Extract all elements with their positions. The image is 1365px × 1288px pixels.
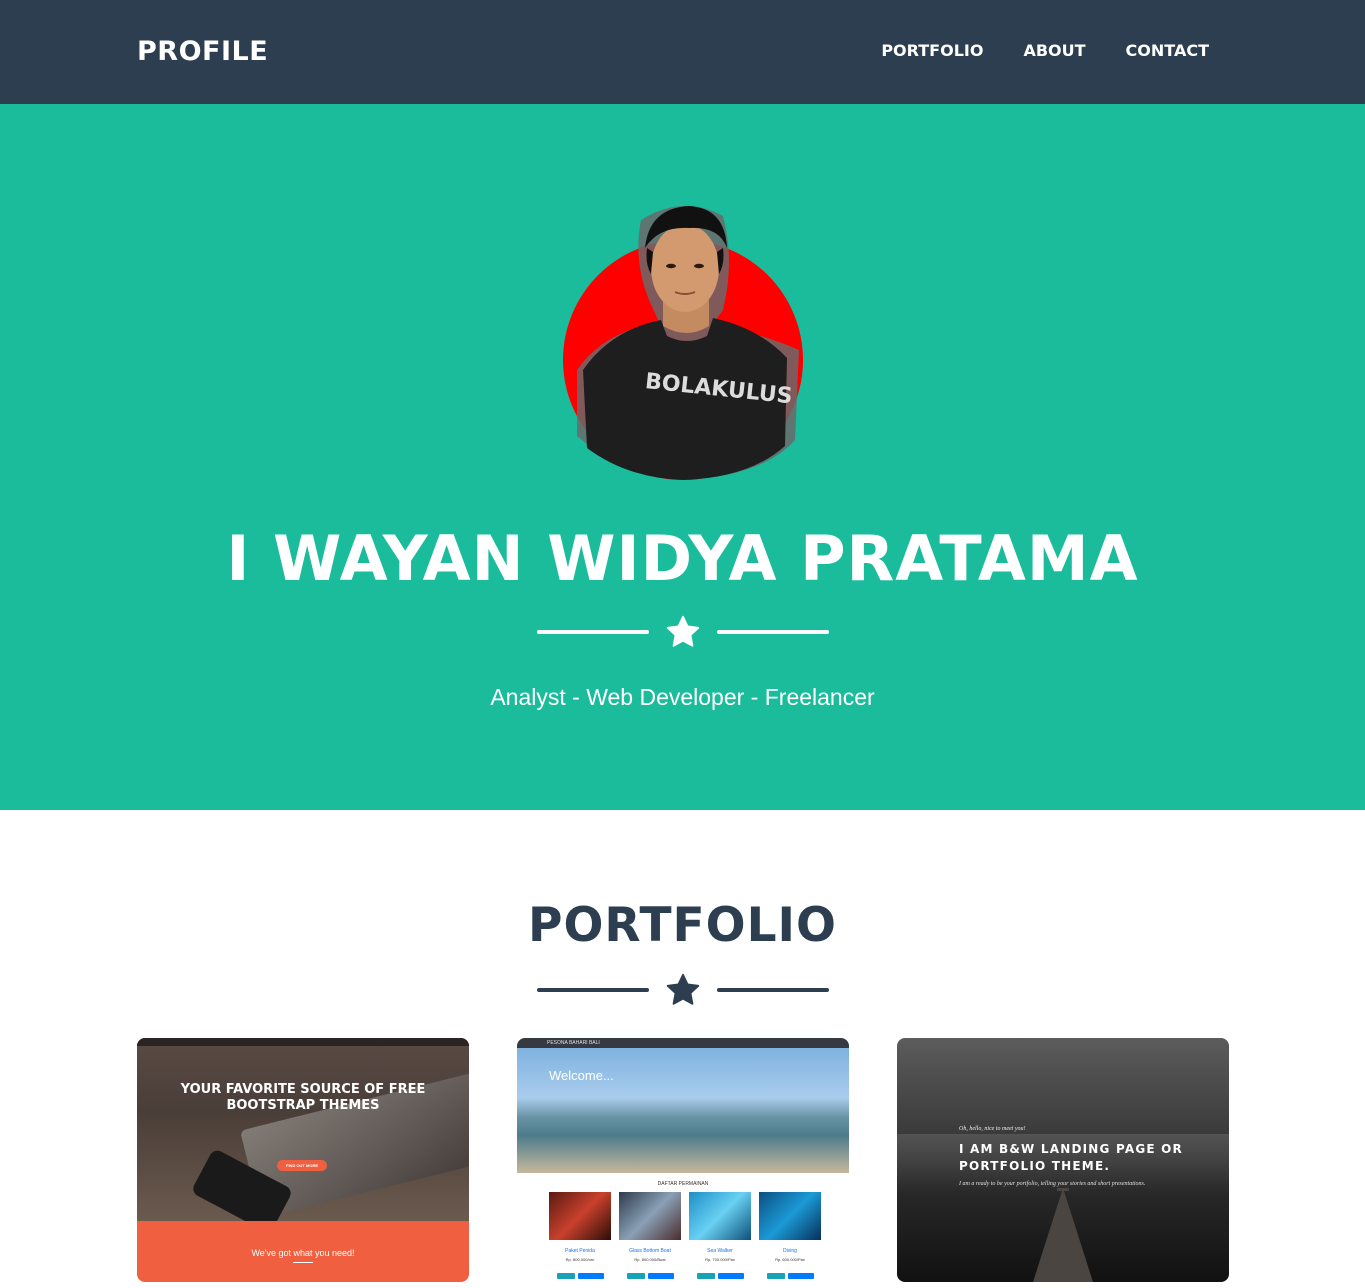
pier-image [1033,1188,1093,1282]
game-price: Rp. 800.000/Boat [634,1257,666,1262]
hero-divider [537,612,829,652]
game-name: Diving [783,1248,797,1254]
screenshot-navbar: PESONA BAHARI BALI [517,1038,849,1048]
screenshot-services: We've got what you need! [137,1221,469,1282]
profile-avatar: BOLAKULUS [563,205,803,480]
hero-name: I WAYAN WIDYA PRATAMA [226,522,1139,595]
hero-subtitle: Analyst - Web Developer - Freelancer [490,684,875,710]
nav-link-portfolio[interactable]: PORTFOLIO [881,39,983,63]
portfolio-title: PORTFOLIO [528,898,837,953]
screenshot-brand: PESONA BAHARI BALI [547,1040,600,1046]
portfolio-item-2[interactable]: PESONA BAHARI BALI Welcome... DAFTAR PER… [517,1038,849,1282]
game-buttons [549,1273,611,1280]
screenshot-divider [293,1262,313,1263]
portfolio-divider [537,970,829,1010]
star-icon [666,973,700,1005]
screenshot-hero: YOUR FAVORITE SOURCE OF FREE BOOTSTRAP T… [137,1038,469,1235]
divider-line-left [537,988,649,992]
nav-links: PORTFOLIO ABOUT CONTACT [881,39,1209,63]
portfolio-item-1[interactable]: YOUR FAVORITE SOURCE OF FREE BOOTSTRAP T… [137,1038,469,1282]
nav-link-about[interactable]: ABOUT [1023,39,1085,63]
screenshot-subheading: We've got what you need! [251,1248,355,1258]
game-name: Glass Bottom Boat [629,1248,671,1254]
navbar: PROFILE PORTFOLIO ABOUT CONTACT [0,0,1365,104]
game-price: Rp. 700.000/Pax [705,1257,735,1262]
game-thumbnail [619,1192,681,1240]
game-buttons [619,1273,681,1280]
beach-image [517,1048,849,1173]
game-buttons [689,1273,751,1280]
portfolio-item-3[interactable]: Oh, hello, nice to meet you! I AM B&W LA… [897,1038,1229,1282]
game-name: Sea Walker [707,1248,733,1254]
game-thumbnail [689,1192,751,1240]
game-thumbnail [549,1192,611,1240]
pier-end [1057,1188,1069,1191]
game-buttons [759,1273,821,1280]
divider-line-left [537,630,649,634]
game-thumbnail [759,1192,821,1240]
nav-link-contact[interactable]: CONTACT [1126,39,1209,63]
screenshot-title: I AM B&W LANDING PAGE OR PORTFOLIO THEME… [959,1142,1183,1173]
screenshot-greeting: Oh, hello, nice to meet you! [959,1126,1026,1132]
divider-line-right [717,630,829,634]
brand-logo[interactable]: PROFILE [137,34,268,70]
screenshot-welcome: Welcome... [549,1068,614,1083]
hero-section: BOLAKULUS I WAYAN WIDYA PRATAMA Analyst … [0,104,1365,810]
game-price: Rp. 600.000/Pax [775,1257,805,1262]
game-price: Rp. 800.000/orn [565,1257,595,1262]
screenshot-section-label: DAFTAR PERMAINAN [657,1181,709,1187]
screenshot-title: YOUR FAVORITE SOURCE OF FREE BOOTSTRAP T… [180,1082,426,1113]
star-icon [666,615,700,647]
portfolio-section: PORTFOLIO YOUR FAVORITE SOURCE OF FREE B… [0,810,1365,1288]
divider-line-right [717,988,829,992]
screenshot-button: FIND OUT MORE [277,1160,327,1171]
screenshot-navbar [137,1038,469,1046]
game-name: Paket Penida [565,1248,595,1254]
screenshot-text: I am a ready to be your portfolio, telli… [959,1181,1146,1187]
